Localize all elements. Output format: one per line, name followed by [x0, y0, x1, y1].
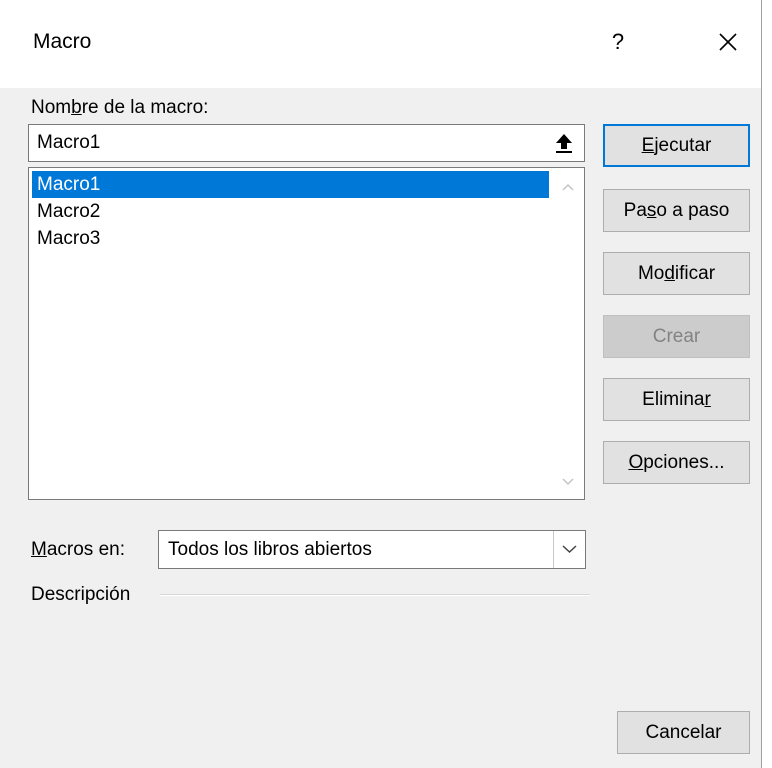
step-into-button[interactable]: Paso a paso: [603, 189, 750, 232]
dialog-title: Macro: [33, 30, 92, 53]
create-button: Crear: [603, 315, 750, 358]
description-label: Descripción: [31, 584, 131, 605]
list-scrollbar[interactable]: [553, 169, 583, 498]
scroll-up-button[interactable]: [553, 172, 583, 202]
chevron-down-icon: [562, 478, 574, 486]
dropdown-button[interactable]: [553, 531, 585, 568]
macro-name-input[interactable]: [29, 125, 547, 161]
cancel-button[interactable]: Cancelar: [617, 711, 750, 754]
macro-list[interactable]: Macro1 Macro2 Macro3: [28, 167, 585, 500]
macro-name-label: Nombre de la macro:: [31, 97, 209, 118]
run-button[interactable]: Ejecutar: [603, 124, 750, 167]
help-button[interactable]: ?: [596, 16, 640, 68]
description-divider: [160, 594, 590, 596]
macros-in-dropdown[interactable]: Todos los libros abiertos: [158, 530, 586, 569]
macros-in-value: Todos los libros abiertos: [168, 539, 372, 560]
title-bar: Macro ?: [0, 0, 761, 88]
delete-button[interactable]: Eliminar: [603, 378, 750, 421]
edit-button[interactable]: Modificar: [603, 252, 750, 295]
scroll-down-button[interactable]: [553, 467, 583, 497]
close-button[interactable]: [702, 16, 754, 68]
list-item[interactable]: Macro3: [32, 225, 549, 252]
macro-dialog: Macro ? Nombre de la macro: Macro1 Macro…: [0, 0, 762, 768]
macros-in-label: Macros en:: [31, 539, 125, 560]
collapse-dialog-button[interactable]: [548, 129, 580, 157]
chevron-up-icon: [562, 183, 574, 191]
upload-arrow-icon: [556, 134, 572, 153]
macro-name-field[interactable]: [28, 124, 585, 162]
list-item[interactable]: Macro2: [32, 198, 549, 225]
options-button[interactable]: Opciones...: [603, 441, 750, 484]
chevron-down-icon: [562, 545, 577, 554]
list-item[interactable]: Macro1: [32, 171, 549, 198]
close-icon: [719, 33, 737, 51]
